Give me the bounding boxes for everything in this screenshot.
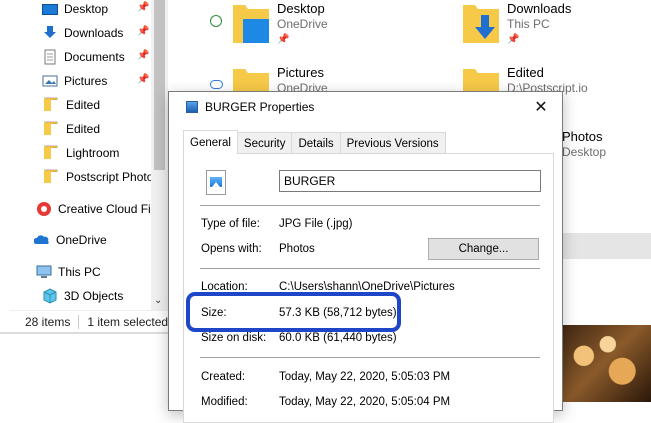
item-count: 28 items	[25, 314, 71, 329]
this-pc-icon	[36, 264, 52, 280]
folder-icon	[44, 169, 60, 185]
type-label: Type of file:	[201, 218, 260, 230]
dialog-title: BURGER Properties	[205, 100, 315, 114]
pin-icon: 📌	[507, 34, 520, 45]
divider	[200, 268, 540, 269]
tile-downloads[interactable]: Downloads This PC 📌	[463, 1, 651, 49]
nav-pane-scrollbar[interactable]: ⌄	[151, 0, 168, 310]
properties-dialog: BURGER Properties ✕ General Security Det…	[168, 91, 563, 423]
folder-icon	[44, 145, 60, 161]
modified-label: Modified:	[201, 396, 248, 408]
nav-item-onedrive[interactable]: OneDrive	[10, 229, 160, 251]
image-file-icon	[206, 170, 226, 195]
status-bar: 28 items 1 item selected	[10, 310, 180, 332]
desktop-folder-icon	[233, 5, 269, 43]
3d-objects-icon	[42, 288, 58, 304]
pin-icon: 📌	[137, 26, 150, 37]
close-icon[interactable]: ✕	[532, 97, 550, 117]
navigation-pane: Desktop 📌 Downloads 📌 Documents 📌 Pictur…	[10, 0, 168, 310]
nav-item-creative-cloud[interactable]: Creative Cloud Fil	[10, 198, 160, 220]
selection-count: 1 item selected	[87, 314, 169, 329]
nav-item-postscript-photo[interactable]: Postscript Photo	[10, 166, 160, 188]
divider	[200, 205, 540, 206]
pin-icon: 📌	[137, 2, 150, 13]
created-value: Today, May 22, 2020, 5:05:03 PM	[279, 371, 451, 383]
modified-value: Today, May 22, 2020, 5:05:04 PM	[279, 396, 451, 408]
tab-previous-versions[interactable]: Previous Versions	[339, 132, 446, 154]
onedrive-icon	[33, 232, 50, 248]
documents-icon	[42, 49, 58, 65]
nav-item-edited-2[interactable]: Edited	[10, 118, 160, 140]
cloud-status-icon	[210, 80, 223, 89]
type-value: JPG File (.jpg)	[279, 218, 353, 230]
nav-item-desktop[interactable]: Desktop 📌	[10, 0, 160, 20]
tab-details[interactable]: Details	[291, 132, 341, 154]
size-on-disk-label: Size on disk:	[201, 332, 267, 344]
nav-item-3d-objects[interactable]: 3D Objects	[10, 285, 160, 307]
desktop-icon	[42, 4, 58, 15]
divider	[200, 357, 540, 358]
pin-icon: 📌	[137, 74, 150, 85]
nav-item-pictures[interactable]: Pictures 📌	[10, 70, 160, 92]
sync-status-icon	[210, 15, 222, 27]
photo-thumbnail[interactable]	[555, 325, 651, 402]
change-button[interactable]: Change...	[428, 238, 539, 260]
size-highlight-box	[186, 292, 401, 332]
tile-desktop[interactable]: Desktop OneDrive 📌	[233, 1, 433, 49]
pin-icon: 📌	[277, 34, 290, 45]
creative-cloud-icon	[36, 201, 52, 217]
nav-item-edited[interactable]: Edited	[10, 94, 160, 116]
size-on-disk-value: 60.0 KB (61,440 bytes)	[279, 332, 397, 344]
window-bottom-edge	[0, 332, 180, 334]
filename-field[interactable]	[279, 170, 541, 192]
folder-icon	[44, 97, 60, 113]
selected-row-band	[555, 233, 651, 259]
tab-security[interactable]: Security	[236, 132, 293, 154]
image-file-icon	[186, 101, 198, 113]
folder-icon	[44, 121, 60, 137]
pin-icon: 📌	[137, 50, 150, 61]
nav-item-this-pc[interactable]: This PC	[10, 261, 160, 283]
created-label: Created:	[201, 371, 246, 383]
tab-general[interactable]: General	[183, 130, 238, 154]
downloads-folder-icon	[463, 5, 499, 43]
nav-item-documents[interactable]: Documents 📌	[10, 46, 160, 68]
chevron-down-icon[interactable]: ⌄	[154, 295, 162, 306]
downloads-icon	[42, 25, 58, 41]
opens-with-label: Opens with:	[201, 243, 262, 255]
general-tab-panel: Type of file: JPG File (.jpg) Opens with…	[183, 153, 554, 423]
opens-with-value: Photos	[279, 243, 315, 255]
pictures-icon	[42, 73, 58, 89]
nav-item-lightroom[interactable]: Lightroom	[10, 142, 160, 164]
tab-strip: General Security Details Previous Versio…	[183, 130, 446, 154]
scrollbar-thumb[interactable]	[154, 0, 165, 170]
nav-item-downloads[interactable]: Downloads 📌	[10, 22, 160, 44]
dialog-titlebar[interactable]: BURGER Properties ✕	[169, 92, 562, 122]
status-divider	[78, 314, 80, 329]
